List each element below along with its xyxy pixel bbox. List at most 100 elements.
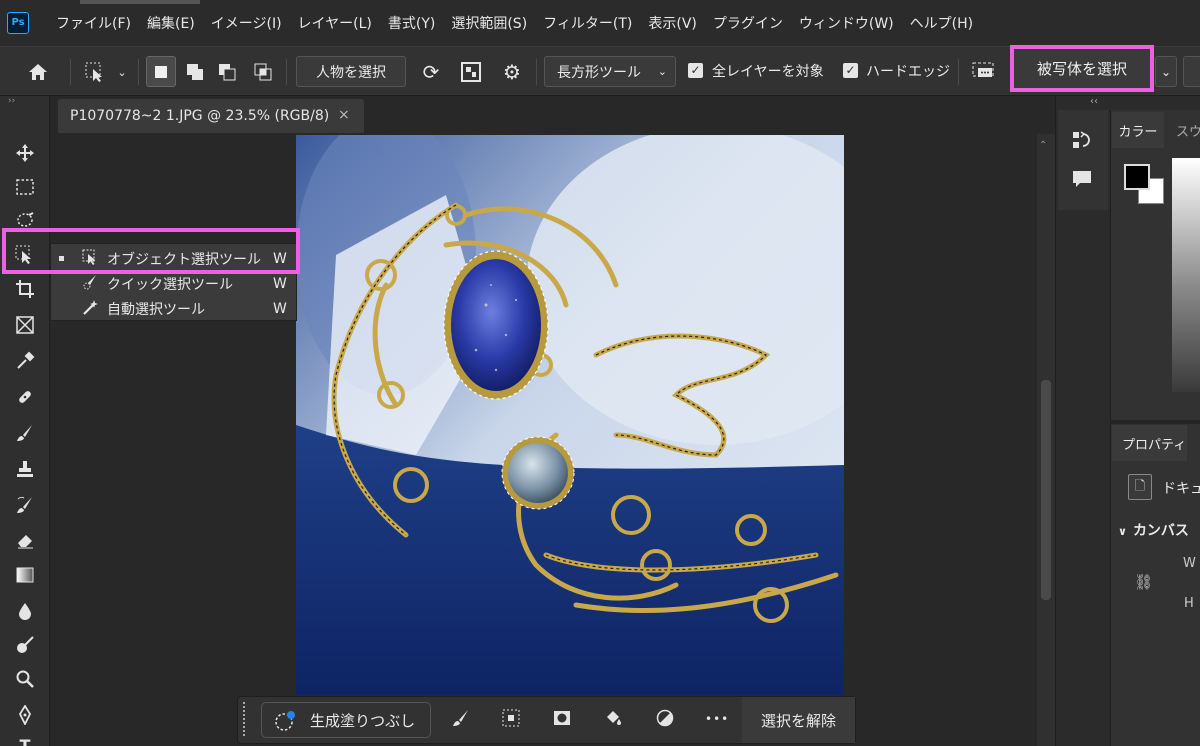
select-people-label: 人物を選択	[316, 64, 386, 81]
brush-tool-icon[interactable]	[12, 420, 38, 446]
document-image[interactable]	[296, 135, 844, 695]
hard-edge-label: ハードエッジ	[866, 64, 950, 80]
new-selection-icon[interactable]	[146, 56, 176, 87]
transform-selection-icon[interactable]	[500, 708, 522, 730]
deselect-button[interactable]: 選択を解除	[742, 697, 855, 743]
document-tab[interactable]: P1070778~2 1.JPG @ 23.5% (RGB/8)	[58, 99, 364, 133]
separator	[70, 59, 71, 85]
flyout-item-quick-select[interactable]: クイック選択ツール W	[51, 271, 298, 296]
marquee-tool-icon[interactable]	[12, 174, 38, 200]
flyout-item-shortcut: W	[273, 300, 287, 317]
link-icon[interactable]: ⛓	[1134, 573, 1153, 591]
menu-view[interactable]: 表示(V)	[640, 13, 705, 33]
tab-properties-label: プロパティ	[1122, 437, 1187, 453]
move-tool-icon[interactable]	[12, 140, 38, 166]
menu-type[interactable]: 書式(Y)	[380, 13, 443, 33]
panel-icon-group	[1058, 110, 1108, 210]
tab-color[interactable]: カラー	[1112, 112, 1164, 148]
type-tool-icon[interactable]: T	[12, 732, 38, 746]
comments-panel-icon[interactable]	[1071, 168, 1093, 190]
select-subject-dropdown[interactable]: ⌄	[1155, 56, 1177, 87]
menu-items: ファイル(F) 編集(E) イメージ(I) レイヤー(L) 書式(Y) 選択範囲…	[48, 0, 981, 46]
select-and-mask-button[interactable]	[1183, 56, 1200, 87]
add-to-selection-icon[interactable]	[182, 47, 208, 97]
flyout-item-label: 自動選択ツール	[107, 301, 205, 318]
brush-icon[interactable]	[450, 708, 472, 730]
comment-icon[interactable]	[968, 47, 998, 97]
photoshop-logo-icon[interactable]: Ps	[7, 12, 29, 34]
healing-brush-tool-icon[interactable]	[12, 384, 38, 410]
foreground-color-swatch[interactable]	[1124, 164, 1150, 190]
select-subject-button[interactable]: 被写体を選択	[1010, 45, 1154, 92]
flyout-item-shortcut: W	[273, 275, 287, 292]
separator	[138, 59, 139, 85]
generative-fill-label: 生成塗りつぶし	[310, 711, 416, 730]
eyedropper-tool-icon[interactable]	[12, 348, 38, 374]
object-finder-icon[interactable]	[458, 47, 484, 97]
highlight-frame	[2, 228, 300, 274]
magic-wand-icon	[81, 299, 99, 317]
history-brush-tool-icon[interactable]	[12, 492, 38, 518]
refresh-icon[interactable]: ⟳	[418, 47, 444, 97]
quick-select-icon	[81, 274, 99, 292]
tab-swatches[interactable]: スウ	[1172, 112, 1200, 148]
chevron-down-icon: ⌄	[657, 65, 667, 78]
menu-help[interactable]: ヘルプ(H)	[902, 13, 981, 33]
sample-all-layers-checkbox[interactable]: ✓	[688, 63, 703, 78]
chevron-down-icon: ∨	[1118, 525, 1127, 538]
menu-image[interactable]: イメージ(I)	[203, 13, 290, 33]
width-label: W	[1183, 556, 1196, 571]
height-label: H	[1184, 596, 1194, 611]
intersect-selection-icon[interactable]	[250, 47, 276, 97]
more-options-icon[interactable]: •••	[705, 708, 728, 730]
tab-properties[interactable]: プロパティ	[1112, 425, 1187, 461]
path-tool-icon[interactable]	[12, 702, 38, 728]
document-label: ドキュ	[1162, 481, 1200, 497]
scrollbar-thumb[interactable]	[1041, 380, 1051, 600]
select-people-button[interactable]: 人物を選択	[296, 56, 406, 87]
taskbar-grip-icon[interactable]	[243, 702, 247, 736]
gradient-tool-icon[interactable]	[12, 562, 38, 588]
tab-color-label: カラー	[1118, 124, 1158, 140]
mask-icon[interactable]	[551, 708, 573, 730]
menu-window[interactable]: ウィンドウ(W)	[791, 13, 902, 33]
sample-all-layers-label: 全レイヤーを対象	[712, 64, 824, 80]
menu-layer[interactable]: レイヤー(L)	[290, 13, 380, 33]
subtract-from-selection-icon[interactable]	[214, 47, 240, 97]
right-panel-header	[1110, 96, 1200, 110]
blur-tool-icon[interactable]	[12, 598, 38, 624]
pen-tool-icon[interactable]	[12, 666, 38, 692]
toolbox-collapse-icon[interactable]: ››	[0, 96, 50, 108]
frame-tool-icon[interactable]	[12, 312, 38, 338]
fill-bucket-icon[interactable]	[602, 708, 624, 730]
generative-fill-button[interactable]: 生成塗りつぶし	[261, 702, 431, 738]
chevron-down-icon[interactable]: ⌄	[114, 47, 130, 97]
eraser-tool-icon[interactable]	[12, 527, 38, 553]
close-icon[interactable]: ×	[338, 107, 350, 123]
menu-file[interactable]: ファイル(F)	[48, 13, 139, 33]
scroll-up-icon[interactable]: ⌃	[1039, 140, 1047, 151]
hard-edge-checkbox[interactable]: ✓	[843, 63, 858, 78]
canvas-section-header[interactable]: ∨ カンバス	[1118, 520, 1189, 540]
home-icon[interactable]	[22, 47, 54, 97]
gear-icon[interactable]: ⚙	[498, 47, 526, 97]
panel-collapse-icon[interactable]: ‹‹	[1090, 96, 1098, 107]
adjustment-icon[interactable]	[654, 708, 676, 730]
color-picker-field[interactable]	[1172, 158, 1200, 392]
tab-swatches-label: スウ	[1176, 124, 1200, 140]
menu-plugins[interactable]: プラグイン	[705, 13, 791, 33]
object-select-tool-icon[interactable]	[80, 47, 110, 97]
dodge-tool-icon[interactable]	[12, 632, 38, 658]
menu-select[interactable]: 選択範囲(S)	[443, 13, 535, 33]
flyout-item-magic-wand[interactable]: 自動選択ツール W	[51, 296, 298, 321]
menu-edit[interactable]: 編集(E)	[139, 13, 203, 33]
menu-filter[interactable]: フィルター(T)	[535, 13, 640, 33]
canvas-section-label: カンバス	[1132, 523, 1189, 539]
panel-divider[interactable]	[1110, 420, 1200, 424]
clone-stamp-tool-icon[interactable]	[12, 456, 38, 482]
crop-tool-icon[interactable]	[12, 276, 38, 302]
separator	[286, 59, 287, 85]
mode-dropdown[interactable]: 長方形ツール ⌄	[544, 56, 676, 87]
generative-fill-icon	[274, 710, 296, 732]
history-panel-icon[interactable]	[1071, 130, 1093, 152]
